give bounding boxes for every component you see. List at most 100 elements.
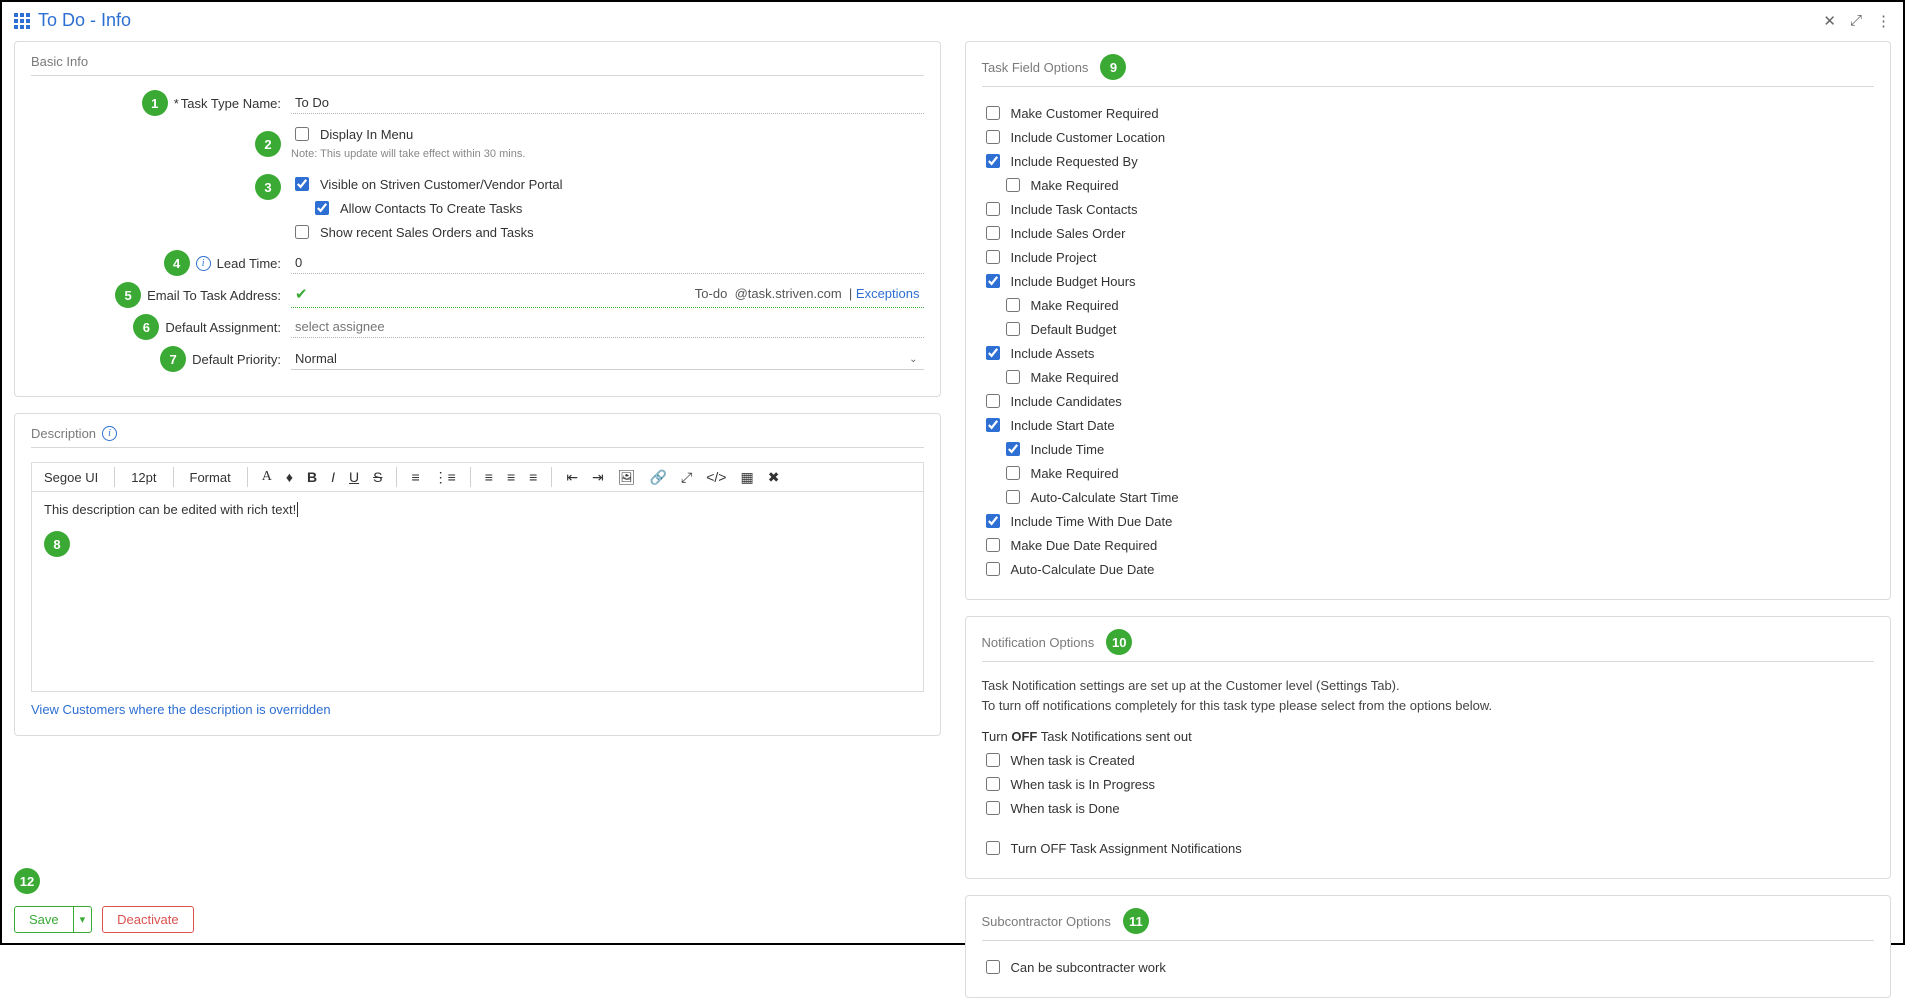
cb-show-recent[interactable] [295,225,309,239]
step-badge-10: 10 [1106,629,1132,655]
input-default-assignment[interactable] [291,316,924,338]
tfo-label: Make Required [1031,178,1119,193]
email-domain: @task.striven.com [735,286,842,301]
rte-area[interactable]: This description can be edited with rich… [31,492,924,692]
label-allow-contacts: Allow Contacts To Create Tasks [340,201,522,216]
align-center-icon[interactable]: ≡ [505,469,517,485]
link-overridden[interactable]: View Customers where the description is … [31,702,331,717]
tfo-checkbox[interactable] [1006,178,1020,192]
indent-icon[interactable]: ⇥ [590,469,606,486]
cb-allow-contacts[interactable] [315,201,329,215]
sub-title-text: Subcontractor Options [982,914,1111,929]
tfo-row: Include Candidates [982,389,1875,413]
apps-grid-icon[interactable] [14,13,30,29]
tfo-checkbox[interactable] [1006,370,1020,384]
align-left-icon[interactable]: ≡ [483,469,495,485]
step-badge-4: 4 [164,250,190,276]
description-title-text: Description [31,426,96,441]
deactivate-button[interactable]: Deactivate [102,906,193,933]
save-caret-button[interactable]: ▾ [74,906,93,933]
rte-format-select[interactable]: Format [186,468,235,487]
tfo-checkbox[interactable] [1006,322,1020,336]
info-icon[interactable]: i [196,256,211,271]
select-default-priority[interactable]: Normal [291,348,924,370]
cb-visible-portal[interactable] [295,177,309,191]
tfo-checkbox[interactable] [986,346,1000,360]
label-notif-created: When task is Created [1011,753,1135,768]
link-icon[interactable]: 🔗 [648,469,669,486]
tfo-checkbox[interactable] [986,538,1000,552]
tfo-checkbox[interactable] [1006,466,1020,480]
tfo-checkbox[interactable] [986,154,1000,168]
image-icon[interactable]: 🖼 [616,469,638,486]
label-lead-time: Lead Time: [217,256,281,271]
outdent-icon[interactable]: ⇤ [564,469,580,486]
panel-notification-options: Notification Options 10 Task Notificatio… [965,616,1892,879]
tfo-checkbox[interactable] [986,514,1000,528]
bullet-list-icon[interactable]: ⋮≡ [432,469,458,486]
input-lead-time[interactable] [291,252,924,274]
highlight-icon[interactable]: ♦ [284,469,295,485]
tfo-label: Include Project [1011,250,1097,265]
tfo-checkbox[interactable] [1006,442,1020,456]
page-title: To Do - Info [38,10,131,31]
label-subcontractor: Can be subcontracter work [1011,960,1166,975]
step-badge-7: 7 [160,346,186,372]
footer: 12 Save ▾ Deactivate [14,876,194,933]
underline-icon[interactable]: U [347,469,361,485]
label-task-type: *Task Type Name: [174,96,281,111]
align-right-icon[interactable]: ≡ [527,469,539,485]
tfo-checkbox[interactable] [1006,490,1020,504]
code-icon[interactable]: </> [704,469,728,485]
tfo-checkbox[interactable] [1006,298,1020,312]
tfo-checkbox[interactable] [986,562,1000,576]
cb-notif-done[interactable] [986,801,1000,815]
close-icon[interactable]: ✕ [1823,12,1836,30]
tfo-row: Auto-Calculate Start Time [982,485,1875,509]
label-visible-portal: Visible on Striven Customer/Vendor Porta… [320,177,563,192]
tfo-label: Make Required [1031,298,1119,313]
tfo-label: Make Required [1031,370,1119,385]
notif-description: Task Notification settings are set up at… [982,676,1875,715]
tfo-row: Include Customer Location [982,125,1875,149]
tfo-checkbox[interactable] [986,418,1000,432]
expand-icon[interactable]: ⤢ [1850,12,1862,29]
font-color-icon[interactable]: A [260,469,274,485]
cb-subcontractor[interactable] [986,960,1000,974]
link-exceptions[interactable]: Exceptions [856,286,920,301]
bold-icon[interactable]: B [305,469,319,485]
input-task-type[interactable] [291,92,924,114]
tfo-checkbox[interactable] [986,394,1000,408]
numbered-list-icon[interactable]: ≡ [409,469,421,485]
label-notif-assignment: Turn OFF Task Assignment Notifications [1011,841,1242,856]
cb-notif-progress[interactable] [986,777,1000,791]
rte-size-select[interactable]: 12pt [127,468,160,487]
tfo-checkbox[interactable] [986,106,1000,120]
cb-notif-assignment[interactable] [986,841,1000,855]
rte-font-select[interactable]: Segoe UI [40,468,102,487]
tfo-checkbox[interactable] [986,250,1000,264]
cb-notif-created[interactable] [986,753,1000,767]
clear-format-icon[interactable]: ✖ [766,469,782,486]
check-icon: ✔ [295,285,308,303]
more-icon[interactable]: ⋮ [1876,12,1891,30]
email-prefix: To-do [695,286,728,301]
email-task-field[interactable]: ✔ To-do @task.striven.com | Exceptions [291,283,924,308]
label-notif-progress: When task is In Progress [1011,777,1156,792]
table-icon[interactable]: ▦ [738,469,755,486]
section-title-sub: Subcontractor Options 11 [982,908,1875,941]
tfo-label: Include Assets [1011,346,1095,361]
tfo-checkbox[interactable] [986,202,1000,216]
tfo-checkbox[interactable] [986,226,1000,240]
italic-icon[interactable]: I [329,469,337,485]
tfo-row: Make Required [982,173,1875,197]
info-icon[interactable]: i [102,426,117,441]
fullscreen-icon[interactable]: ⤢ [679,469,694,486]
tfo-row: Default Budget [982,317,1875,341]
tfo-checkbox[interactable] [986,274,1000,288]
tfo-label: Auto-Calculate Start Time [1031,490,1179,505]
strikethrough-icon[interactable]: S [371,469,384,485]
cb-display-in-menu[interactable] [295,127,309,141]
tfo-checkbox[interactable] [986,130,1000,144]
save-button[interactable]: Save [14,906,74,933]
